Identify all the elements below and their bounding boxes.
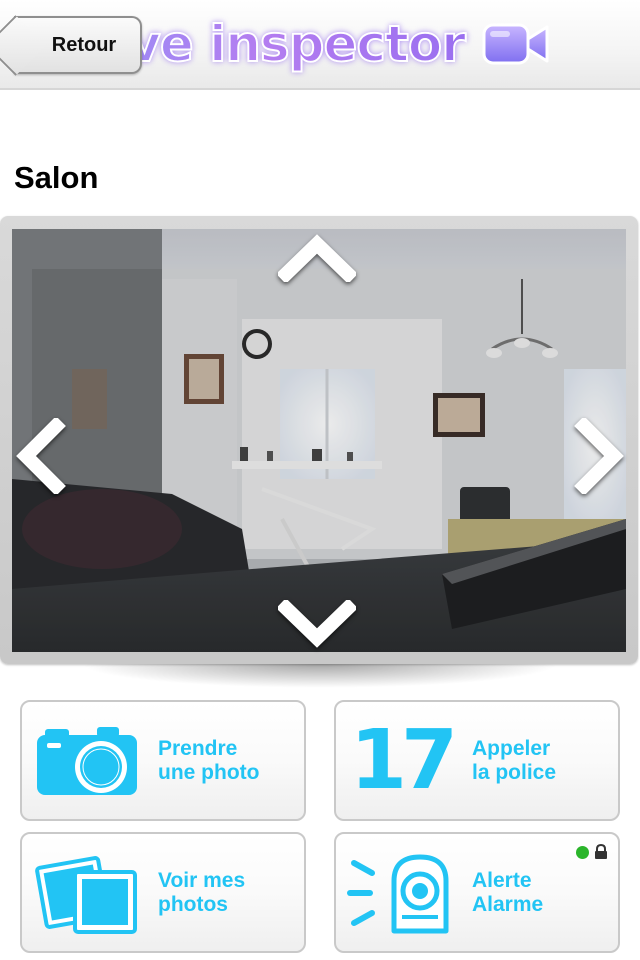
camera-icon [22, 702, 152, 819]
view-photos-button[interactable]: Voir mes photos [20, 832, 306, 953]
chevron-left-icon [16, 418, 66, 494]
call-police-label: Appeler la police [472, 736, 557, 784]
back-button-label: Retour [51, 33, 117, 56]
page-title: Salon [14, 160, 99, 195]
app-logo-text: live inspector [95, 14, 467, 74]
police-number-text: 17 [349, 713, 458, 808]
photos-icon [22, 834, 152, 951]
alarm-alert-label: Alerte Alarme [472, 868, 544, 916]
back-button[interactable]: Retour [14, 16, 142, 74]
alarm-alert-button[interactable]: Alerte Alarme [334, 832, 620, 953]
chevron-down-icon [278, 600, 356, 648]
alarm-status-indicator [576, 844, 608, 860]
lock-icon [595, 844, 607, 859]
camera-frame-shadow [80, 664, 560, 688]
chevron-up-icon [278, 234, 356, 282]
chevron-right-icon [574, 418, 624, 494]
view-photos-label: Voir mes photos [158, 868, 246, 916]
take-photo-label: Prendre une photo [158, 736, 260, 784]
status-dot-icon [576, 845, 589, 859]
camcorder-icon [482, 23, 549, 65]
camera-image [12, 229, 626, 652]
app-logo: live inspector [95, 4, 551, 84]
call-police-button[interactable]: 17 Appeler la police [334, 700, 620, 821]
police-number-icon: 17 [336, 702, 466, 819]
pan-right-button[interactable] [574, 418, 626, 494]
top-bar: live inspector Retour [0, 0, 640, 90]
pan-left-button[interactable] [14, 418, 66, 494]
pan-up-button[interactable] [278, 232, 356, 282]
take-photo-button[interactable]: Prendre une photo [20, 700, 306, 821]
alarm-sensor-icon [336, 834, 466, 951]
camera-live-view [12, 229, 626, 652]
pan-down-button[interactable] [278, 600, 356, 650]
